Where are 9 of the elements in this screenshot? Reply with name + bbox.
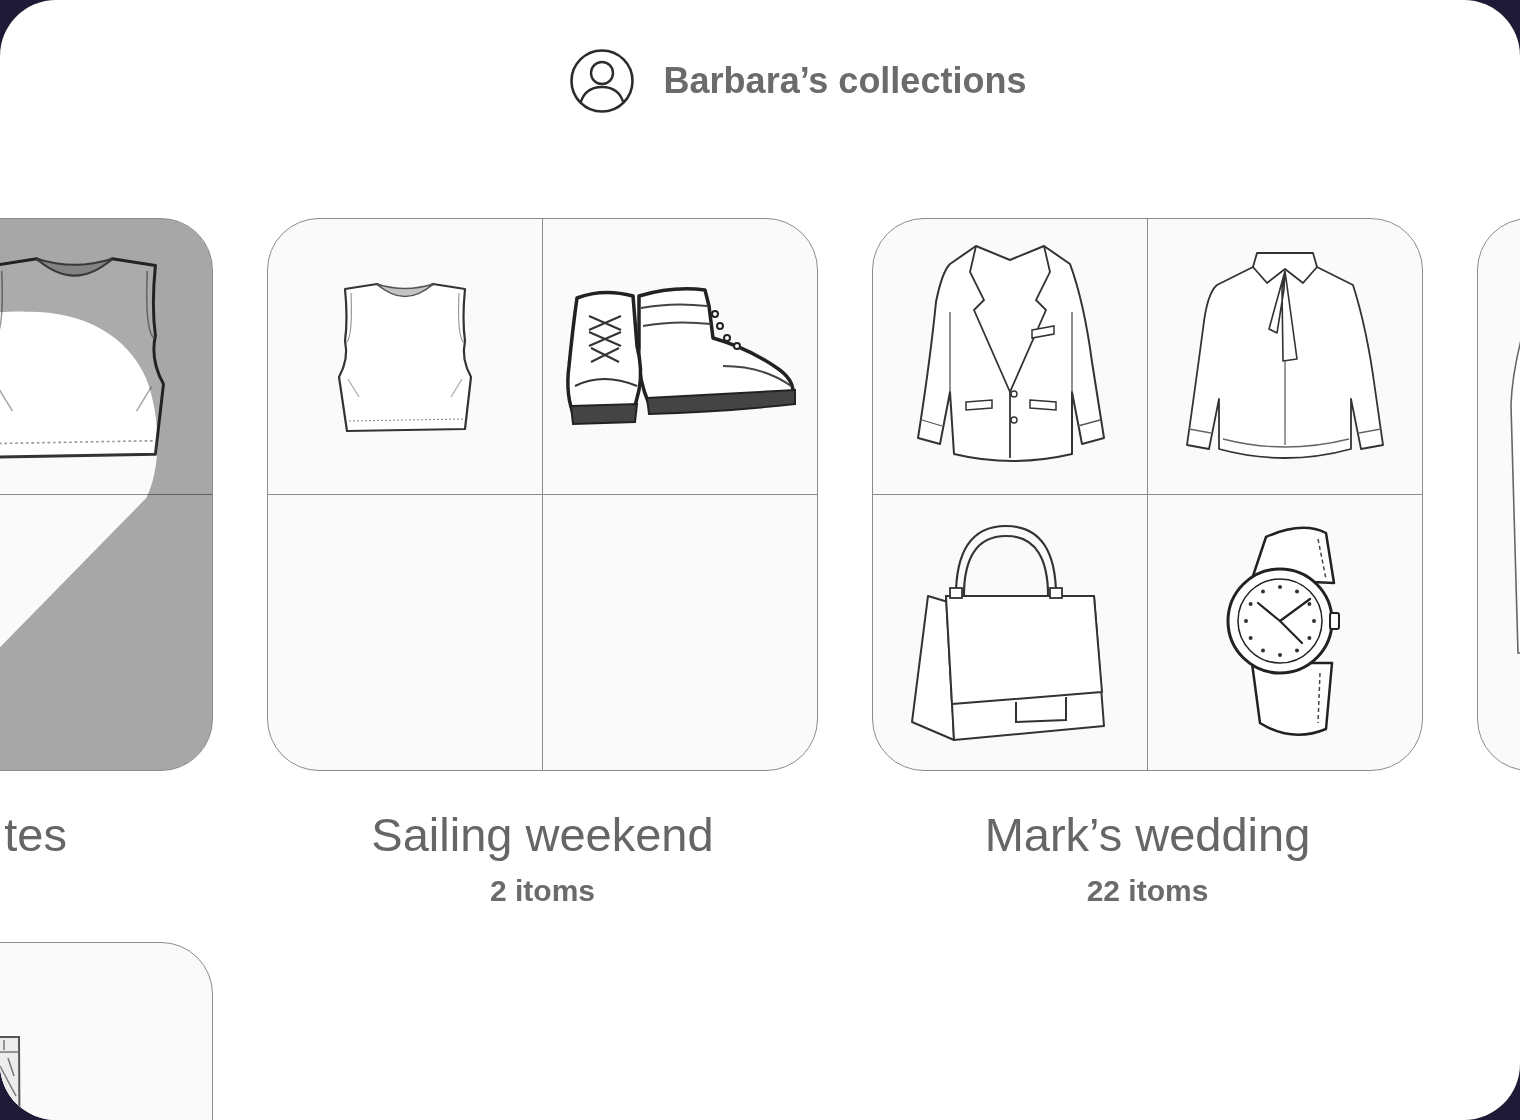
collection-title: Sailing weekend (370, 810, 715, 860)
collection-card[interactable] (267, 218, 818, 771)
collection-card[interactable] (872, 218, 1423, 771)
item-count: 22 itoms (1085, 874, 1210, 908)
item-count: 2 itoms (489, 874, 596, 908)
collection-title: Mark’s wedding (983, 810, 1312, 860)
user-icon (569, 49, 634, 113)
page-title: Barbara’s collections (663, 59, 1027, 103)
collection-title: tes (3, 810, 68, 860)
